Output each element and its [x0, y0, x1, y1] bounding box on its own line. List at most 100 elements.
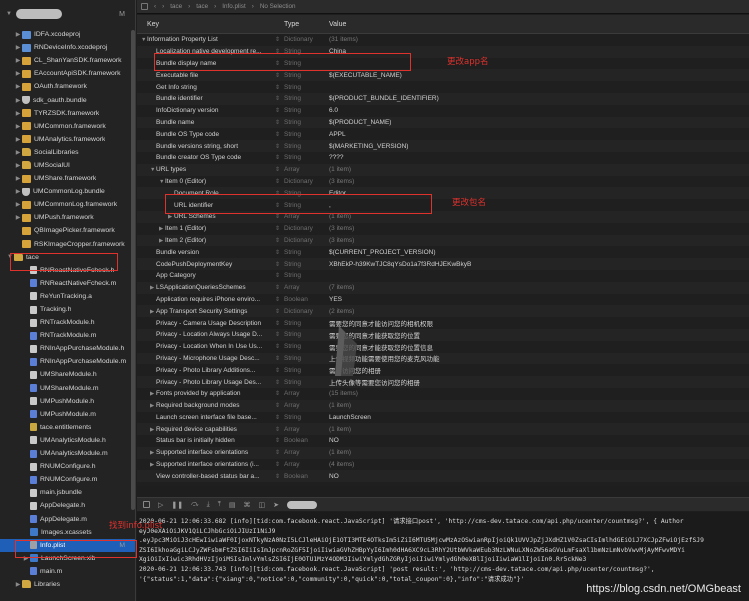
value-column-header[interactable]: Value [329, 21, 346, 28]
plist-type[interactable]: Boolean [284, 437, 329, 444]
forward-arrow-icon[interactable]: › [162, 3, 164, 10]
key-stepper-icon[interactable]: ⇕ [271, 107, 284, 114]
navigator-item[interactable]: RNUMConfigure.h [0, 460, 135, 473]
plist-key[interactable]: Launch screen interface file base... [156, 414, 257, 421]
plist-type[interactable]: Array [284, 426, 329, 433]
navigator-item[interactable]: UMPushModule.h [0, 395, 135, 408]
plist-type[interactable]: Array [284, 402, 329, 409]
navigator-item[interactable]: ▶ TYRZSDK.framework [0, 107, 135, 120]
navigator-item[interactable]: RNReactNativeFcheck.m [0, 277, 135, 290]
key-stepper-icon[interactable]: ⇕ [271, 178, 284, 185]
disclosure-triangle-icon[interactable]: ▶ [14, 110, 22, 117]
plist-value[interactable]: 需要您的同意才能获取您的位置信息 [329, 342, 749, 352]
plist-type[interactable]: String [284, 261, 329, 268]
disclosure-triangle-icon[interactable]: ▶ [14, 201, 22, 208]
disclosure-triangle-icon[interactable]: ▶ [14, 581, 22, 588]
navigator-item[interactable]: UMShareModule.h [0, 368, 135, 381]
key-stepper-icon[interactable]: ⇕ [271, 402, 284, 409]
plist-value[interactable]: NO [329, 473, 749, 480]
key-stepper-icon[interactable]: ⇕ [271, 84, 284, 91]
plist-row[interactable]: ▶ Required device capabilities ⇕ Array (1 it… [137, 423, 749, 436]
plist-key[interactable]: URL types [156, 166, 186, 173]
plist-type[interactable]: String [284, 379, 329, 386]
plist-key[interactable]: LSApplicationQueriesSchemes [156, 284, 246, 291]
navigator-item[interactable]: Tracking.h [0, 303, 135, 316]
plist-row[interactable]: Bundle name ⇕ String $(PRODUCT_NAME) [137, 116, 749, 129]
plist-value[interactable]: XBhEkP-h39KwTJC8qYsDo1a7f3RdHJEKwBkyB [329, 261, 749, 268]
key-stepper-icon[interactable]: ⇕ [271, 320, 284, 327]
plist-type[interactable]: Dictionary [284, 237, 329, 244]
key-stepper-icon[interactable]: ⇕ [271, 249, 284, 256]
plist-type[interactable]: String [284, 95, 329, 102]
plist-type[interactable]: String [284, 154, 329, 161]
key-stepper-icon[interactable]: ⇕ [271, 426, 284, 433]
navigator-item[interactable]: ▶ RNDeviceInfo.xcodeproj [0, 41, 135, 54]
key-stepper-icon[interactable]: ⇕ [271, 461, 284, 468]
plist-row[interactable]: ▶ Item 2 (Editor) ⇕ Dictionary (3 items) [137, 234, 749, 247]
plist-row[interactable]: InfoDictionary version ⇕ String 6.0 [137, 105, 749, 117]
plist-value[interactable]: (1 item) [329, 166, 749, 173]
key-stepper-icon[interactable]: ⇕ [271, 166, 284, 173]
navigator-item[interactable]: ▶ UMCommonLog.framework [0, 198, 135, 211]
key-stepper-icon[interactable]: ⇕ [271, 367, 284, 374]
breadcrumb-file[interactable]: Info.plist [222, 3, 245, 10]
plist-row[interactable]: ▶ Supported interface orientations ⇕ Array(… [137, 446, 749, 459]
plist-value[interactable]: (4 items) [329, 461, 749, 468]
key-stepper-icon[interactable]: ⇕ [271, 225, 284, 232]
disclosure-triangle-icon[interactable]: ▶ [14, 31, 22, 38]
plist-key[interactable]: Required background modes [156, 402, 239, 409]
plist-type[interactable]: Array [284, 390, 329, 397]
plist-row[interactable]: ▶ App Transport Security Settings ⇕ Diction… [137, 305, 749, 318]
plist-type[interactable]: Dictionary [284, 225, 329, 232]
disclosure-triangle-icon[interactable]: ▼ [6, 11, 12, 17]
plist-key[interactable]: Application requires iPhone enviro... [156, 296, 260, 303]
plist-type[interactable]: String [284, 107, 329, 114]
plist-type[interactable]: Dictionary [284, 36, 329, 43]
key-stepper-icon[interactable]: ⇕ [271, 131, 284, 138]
plist-key[interactable]: View controller-based status bar a... [156, 473, 260, 480]
plist-key[interactable]: Bundle version [156, 249, 199, 256]
breadcrumb-selection[interactable]: No Selection [260, 3, 296, 10]
type-column-header[interactable]: Type [284, 21, 329, 28]
navigator-item[interactable]: ▶ CL_ShanYanSDK.framework [0, 54, 135, 67]
plist-key[interactable]: Bundle creator OS Type code [156, 154, 241, 161]
navigator-item[interactable]: QBImagePicker.framework [0, 224, 135, 237]
navigator-item[interactable]: ▶ UMSocialUI [0, 159, 135, 172]
key-stepper-icon[interactable]: ⇕ [271, 390, 284, 397]
plist-type[interactable]: String [284, 131, 329, 138]
pause-icon[interactable]: ❚❚ [171, 501, 183, 509]
plist-key[interactable]: Privacy - Photo Library Additions... [156, 367, 255, 374]
plist-key[interactable]: Item 2 (Editor) [165, 237, 206, 244]
key-stepper-icon[interactable]: ⇕ [271, 284, 284, 291]
key-stepper-icon[interactable]: ⇕ [271, 119, 284, 126]
plist-row[interactable]: App Category ⇕ String [137, 270, 749, 282]
plist-row[interactable]: Bundle versions string, short ⇕ String $(MA… [137, 140, 749, 152]
key-stepper-icon[interactable]: ⇕ [271, 213, 284, 220]
plist-value[interactable]: $(MARKETING_VERSION) [329, 143, 749, 150]
key-stepper-icon[interactable]: ⇕ [271, 95, 284, 102]
navigator-item[interactable]: ReYunTracking.a [0, 290, 135, 303]
plist-type[interactable]: String [284, 272, 329, 279]
navigator-item[interactable]: RNUMConfigure.m [0, 473, 135, 486]
plist-row[interactable]: Bundle version ⇕ String $(CURRENT_PROJECT_V… [137, 246, 749, 258]
plist-value[interactable]: (7 items) [329, 284, 749, 291]
key-stepper-icon[interactable]: ⇕ [271, 308, 284, 315]
navigator-item[interactable]: RNTrackModule.m [0, 329, 135, 342]
navigator-item[interactable]: RNInAppPurchaseModule.h [0, 342, 135, 355]
disclosure-triangle-icon[interactable]: ▶ [14, 57, 22, 64]
plist-row[interactable]: CodePushDeploymentKey ⇕ String XBhEkP-h39Kw… [137, 258, 749, 270]
plist-row[interactable]: Bundle identifier ⇕ String $(PRODUCT_BUNDLE… [137, 92, 749, 105]
plist-row[interactable]: ▶ Supported interface orientations (i... ⇕… [137, 459, 749, 471]
location-icon[interactable]: ➤ [273, 501, 279, 509]
navigator-item[interactable]: ▶ UMAnalytics.framework [0, 133, 135, 146]
plist-row[interactable]: Executable file ⇕ String $(EXECUTABLE_NAME) [137, 69, 749, 82]
plist-key[interactable]: Bundle versions string, short [156, 143, 238, 150]
plist-key[interactable]: CodePushDeploymentKey [156, 261, 232, 268]
plist-value[interactable]: APPL [329, 131, 749, 138]
navigator-scrollbar[interactable] [131, 30, 135, 510]
navigator-item[interactable]: RNTrackModule.h [0, 316, 135, 329]
navigator-item[interactable]: UMPushModule.m [0, 408, 135, 421]
breakpoints-icon[interactable]: ▷ [158, 501, 163, 509]
navigator-item[interactable]: ▶ UMCommon.framework [0, 120, 135, 133]
disclosure-triangle-icon[interactable]: ▶ [14, 162, 22, 169]
